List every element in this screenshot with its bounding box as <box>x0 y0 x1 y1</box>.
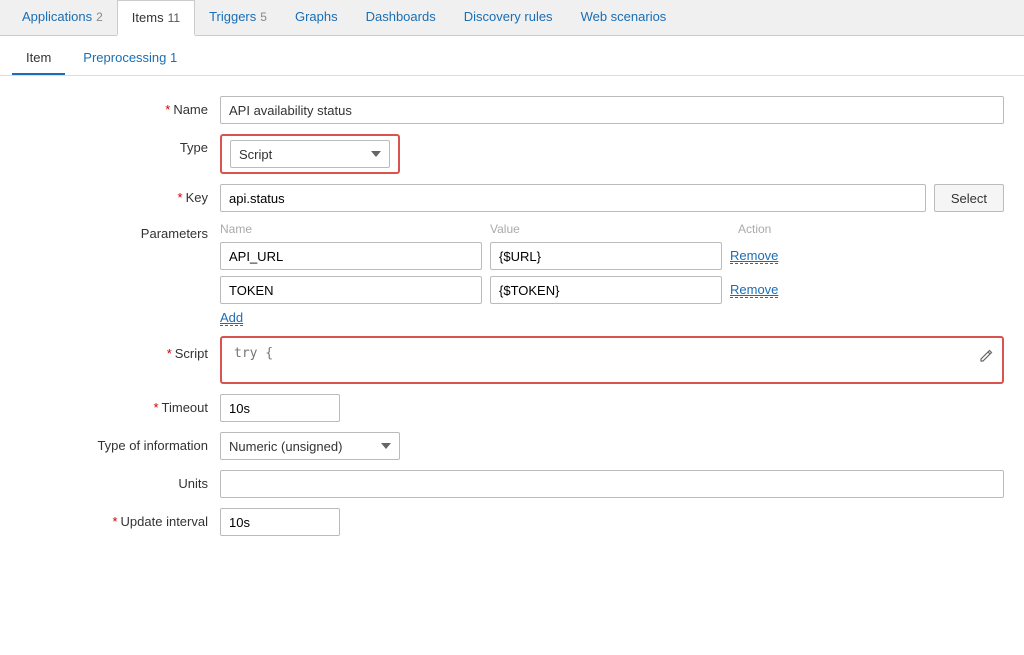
tab-items[interactable]: Items11 <box>117 0 195 36</box>
timeout-field-wrapper <box>220 394 1004 422</box>
name-row: *Name <box>20 96 1004 124</box>
sub-tab-item[interactable]: Item <box>12 44 65 75</box>
params-col-value-header: Value <box>490 222 730 236</box>
parameters-row: Parameters Name Value Action Remove Remo… <box>20 222 1004 326</box>
select-button[interactable]: Select <box>934 184 1004 212</box>
update-interval-field-wrapper <box>220 508 1004 536</box>
param-row-1: Remove <box>220 242 1004 270</box>
item-form: *Name Type Script Zabbix agent SNMP HTTP… <box>0 76 1024 566</box>
update-interval-row: *Update interval <box>20 508 1004 536</box>
units-input[interactable] <box>220 470 1004 498</box>
timeout-input[interactable] <box>220 394 340 422</box>
tab-triggers[interactable]: Triggers5 <box>195 0 281 35</box>
parameters-label: Parameters <box>20 222 220 241</box>
type-of-info-label: Type of information <box>20 432 220 453</box>
type-select-highlight: Script Zabbix agent SNMP HTTP agent <box>220 134 400 174</box>
units-label: Units <box>20 470 220 491</box>
type-select[interactable]: Script Zabbix agent SNMP HTTP agent <box>230 140 390 168</box>
units-field-wrapper <box>220 470 1004 498</box>
timeout-row: *Timeout <box>20 394 1004 422</box>
sub-nav: Item Preprocessing 1 <box>0 36 1024 76</box>
type-of-info-field-wrapper: Numeric (unsigned) Numeric (float) Chara… <box>220 432 1004 460</box>
units-row: Units <box>20 470 1004 498</box>
params-header: Name Value Action <box>220 222 1004 236</box>
top-nav: Applications2 Items11 Triggers5 Graphs D… <box>0 0 1024 36</box>
script-field-wrapper <box>220 336 1004 384</box>
script-row: *Script <box>20 336 1004 384</box>
tab-discovery-rules[interactable]: Discovery rules <box>450 0 567 35</box>
params-col-action-header: Action <box>738 222 771 236</box>
param-value-input-1[interactable] <box>490 242 722 270</box>
sub-tab-preprocessing[interactable]: Preprocessing 1 <box>69 44 191 75</box>
add-param-wrapper: Add <box>220 310 1004 326</box>
remove-button-1[interactable]: Remove <box>730 248 778 264</box>
tab-dashboards[interactable]: Dashboards <box>352 0 450 35</box>
key-row-inner: Select <box>220 184 1004 212</box>
update-interval-label: *Update interval <box>20 508 220 529</box>
name-label: *Name <box>20 96 220 117</box>
param-value-input-2[interactable] <box>490 276 722 304</box>
timeout-label: *Timeout <box>20 394 220 415</box>
type-label: Type <box>20 134 220 155</box>
script-label: *Script <box>20 336 220 361</box>
type-of-info-select[interactable]: Numeric (unsigned) Numeric (float) Chara… <box>220 432 400 460</box>
param-name-input-1[interactable] <box>220 242 482 270</box>
script-highlight <box>220 336 1004 384</box>
key-label: *Key <box>20 184 220 205</box>
type-field-wrapper: Script Zabbix agent SNMP HTTP agent <box>220 134 1004 174</box>
tab-applications[interactable]: Applications2 <box>8 0 117 35</box>
update-interval-input[interactable] <box>220 508 340 536</box>
name-input[interactable] <box>220 96 1004 124</box>
key-field-wrapper: Select <box>220 184 1004 212</box>
key-row: *Key Select <box>20 184 1004 212</box>
key-input[interactable] <box>220 184 926 212</box>
tab-graphs[interactable]: Graphs <box>281 0 352 35</box>
required-star: * <box>165 102 170 117</box>
parameters-field-wrapper: Name Value Action Remove Remove Add <box>220 222 1004 326</box>
type-of-info-row: Type of information Numeric (unsigned) N… <box>20 432 1004 460</box>
tab-web-scenarios[interactable]: Web scenarios <box>567 0 681 35</box>
param-row-2: Remove <box>220 276 1004 304</box>
add-param-link[interactable]: Add <box>220 310 243 326</box>
edit-script-icon[interactable] <box>974 344 998 368</box>
param-name-input-2[interactable] <box>220 276 482 304</box>
type-row: Type Script Zabbix agent SNMP HTTP agent <box>20 134 1004 174</box>
script-input[interactable] <box>226 342 974 378</box>
remove-button-2[interactable]: Remove <box>730 282 778 298</box>
name-field-wrapper <box>220 96 1004 124</box>
params-col-name-header: Name <box>220 222 490 236</box>
